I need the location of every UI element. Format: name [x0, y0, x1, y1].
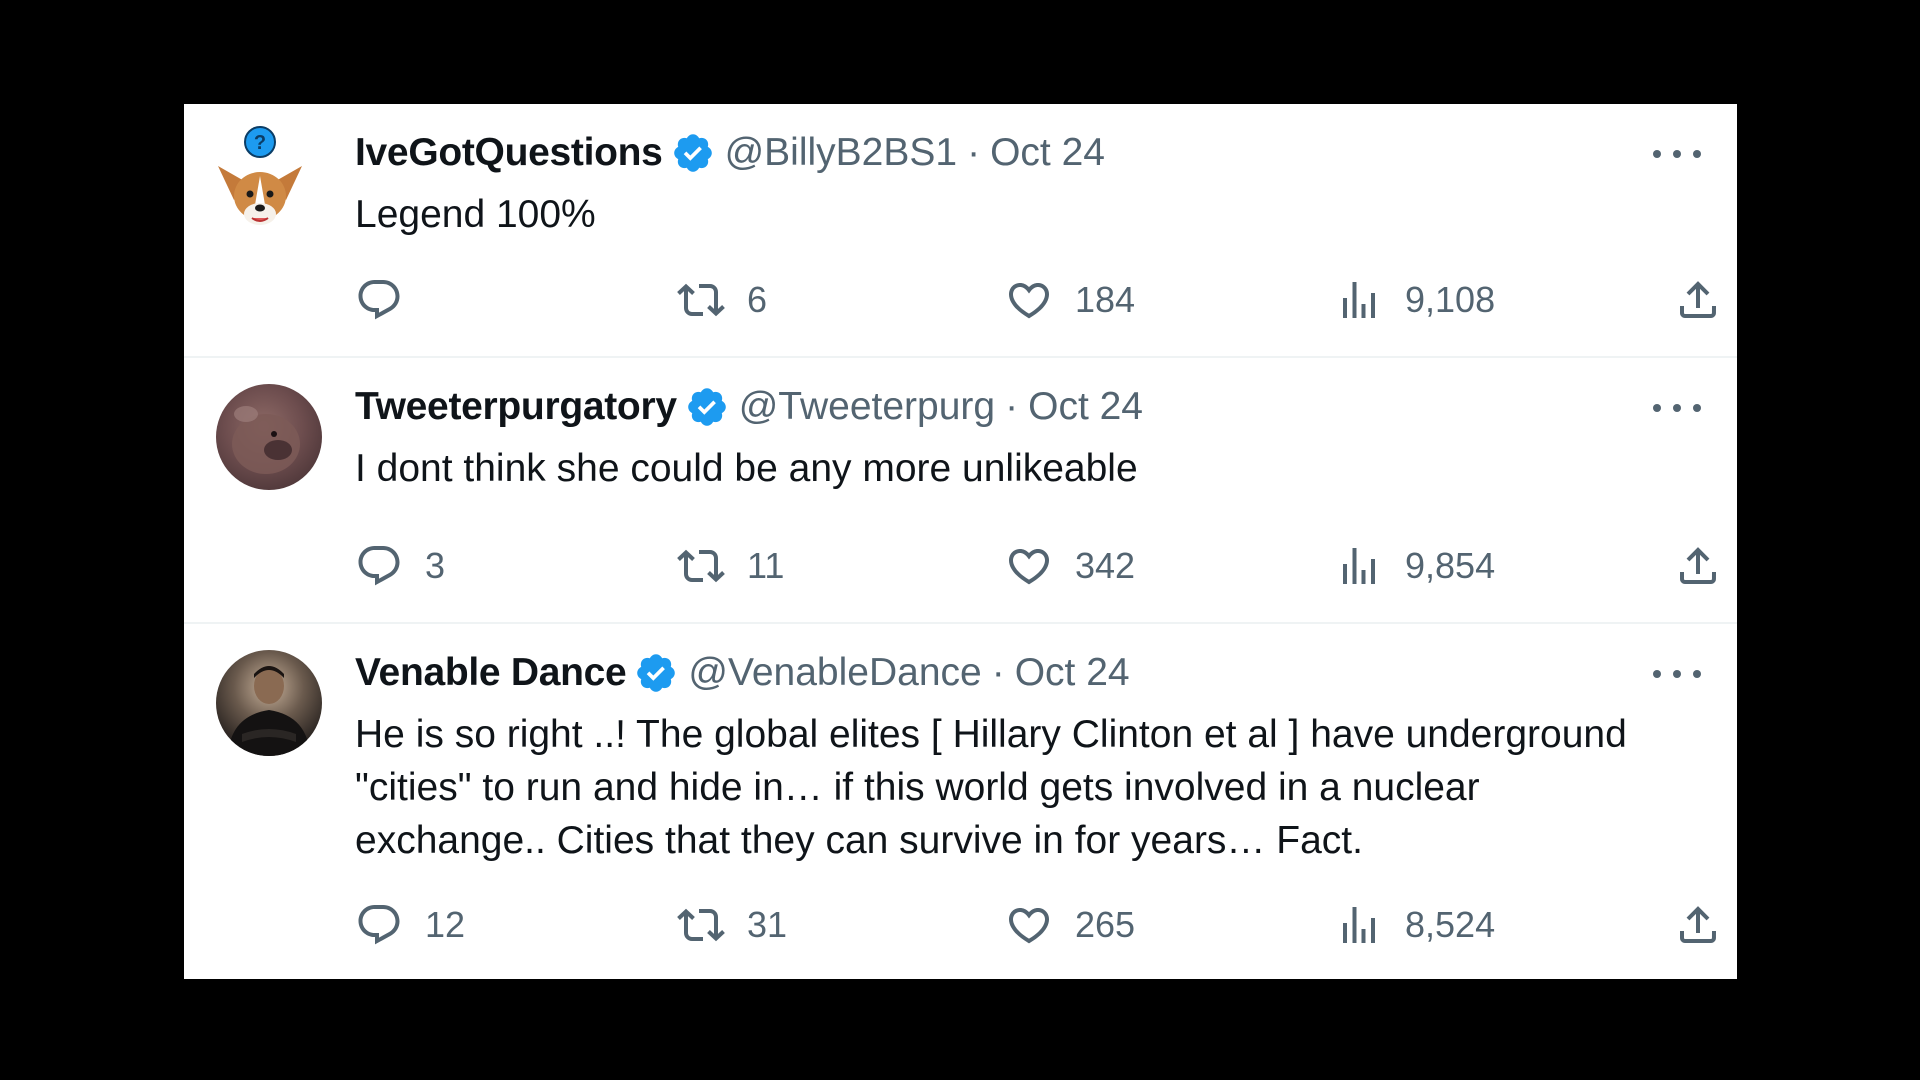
- reply-icon: [358, 280, 400, 320]
- views-count: 9,854: [1405, 545, 1496, 586]
- share-upload-icon: [1680, 281, 1716, 318]
- reply-icon: [358, 905, 400, 945]
- views-chart-icon: [1343, 282, 1375, 318]
- views-button[interactable]: 9,854: [1335, 536, 1495, 596]
- views-count: 9,108: [1405, 279, 1496, 320]
- timestamp[interactable]: Oct 24: [1015, 651, 1130, 695]
- avatar[interactable]: [216, 650, 322, 756]
- dog-question-avatar-icon: ?: [218, 126, 302, 225]
- tweet-header: Venable Dance @VenableDance · Oct 24: [355, 648, 1130, 698]
- tweet[interactable]: Tweeterpurgatory @Tweeterpurg · Oct 24 I…: [184, 358, 1737, 624]
- timestamp[interactable]: Oct 24: [990, 131, 1105, 175]
- verified-badge-icon: [687, 388, 726, 426]
- share-upload-icon: [1680, 906, 1716, 943]
- views-button[interactable]: 9,108: [1335, 270, 1495, 330]
- tweet-header: IveGotQuestions @BillyB2BS1 · Oct 24: [355, 128, 1105, 178]
- retweet-icon: [677, 283, 725, 317]
- share-button[interactable]: [1674, 536, 1722, 596]
- display-name[interactable]: IveGotQuestions: [355, 131, 663, 175]
- heart-icon: [1008, 549, 1050, 585]
- more-options-icon[interactable]: [1653, 398, 1701, 418]
- separator: ·: [991, 651, 1005, 694]
- more-options-icon[interactable]: [1653, 144, 1701, 164]
- reply-count: 12: [425, 904, 466, 945]
- retweet-button[interactable]: 31: [677, 895, 787, 955]
- svg-text:?: ?: [254, 132, 266, 154]
- retweet-icon: [677, 908, 725, 942]
- reply-button[interactable]: 3: [355, 536, 445, 596]
- tweet-actions: 12 31 265 8,524: [355, 895, 1717, 955]
- retweet-button[interactable]: 6: [677, 270, 767, 330]
- retweet-button[interactable]: 11: [677, 536, 784, 596]
- views-button[interactable]: 8,524: [1335, 895, 1495, 955]
- share-upload-icon: [1680, 547, 1716, 584]
- display-name[interactable]: Venable Dance: [355, 651, 627, 695]
- retweet-count: 31: [747, 904, 788, 945]
- like-button[interactable]: 265: [1005, 895, 1135, 955]
- tweet-replies-panel: ? IveGotQuestions @BillyB2BS1 · Oct 24 L…: [184, 104, 1737, 979]
- share-button[interactable]: [1674, 895, 1722, 955]
- like-count: 184: [1075, 279, 1136, 320]
- tweet-text: He is so right ..! The global elites [ H…: [355, 713, 1627, 862]
- like-count: 265: [1075, 904, 1136, 945]
- handle[interactable]: @BillyB2BS1: [725, 131, 958, 175]
- more-options-icon[interactable]: [1653, 664, 1701, 684]
- avatar[interactable]: ?: [212, 126, 312, 230]
- tweet[interactable]: Venable Dance @VenableDance · Oct 24 He …: [184, 624, 1737, 979]
- tweet[interactable]: ? IveGotQuestions @BillyB2BS1 · Oct 24 L…: [184, 104, 1737, 358]
- like-button[interactable]: 342: [1005, 536, 1135, 596]
- retweet-count: 6: [747, 279, 768, 320]
- views-chart-icon: [1343, 907, 1375, 943]
- handle[interactable]: @VenableDance: [688, 651, 981, 695]
- reply-icon: [358, 546, 400, 586]
- like-button[interactable]: 184: [1005, 270, 1135, 330]
- reply-count: 3: [425, 545, 446, 586]
- tweet-text: I dont think she could be any more unlik…: [355, 447, 1138, 490]
- heart-icon: [1008, 283, 1050, 319]
- separator: ·: [1005, 385, 1019, 428]
- tweet-actions: 6 184 9,108: [355, 270, 1717, 330]
- heart-icon: [1008, 908, 1050, 944]
- share-button[interactable]: [1674, 270, 1722, 330]
- reply-button[interactable]: [355, 270, 425, 330]
- verified-badge-icon: [673, 134, 712, 172]
- reply-button[interactable]: 12: [355, 895, 465, 955]
- views-chart-icon: [1343, 548, 1375, 584]
- tweet-actions: 3 11 342 9,854: [355, 536, 1717, 596]
- handle[interactable]: @Tweeterpurg: [739, 385, 995, 429]
- animal-photo-avatar-icon: [232, 406, 300, 474]
- retweet-icon: [677, 549, 725, 583]
- tweet-text: Legend 100%: [355, 193, 596, 236]
- timestamp[interactable]: Oct 24: [1028, 385, 1143, 429]
- separator: ·: [967, 131, 981, 174]
- avatar[interactable]: [216, 384, 322, 490]
- tweet-header: Tweeterpurgatory @Tweeterpurg · Oct 24: [355, 382, 1143, 432]
- like-count: 342: [1075, 545, 1136, 586]
- person-photo-avatar-icon: [228, 666, 310, 756]
- retweet-count: 11: [747, 545, 785, 586]
- views-count: 8,524: [1405, 904, 1496, 945]
- verified-badge-icon: [637, 654, 676, 692]
- display-name[interactable]: Tweeterpurgatory: [355, 385, 677, 429]
